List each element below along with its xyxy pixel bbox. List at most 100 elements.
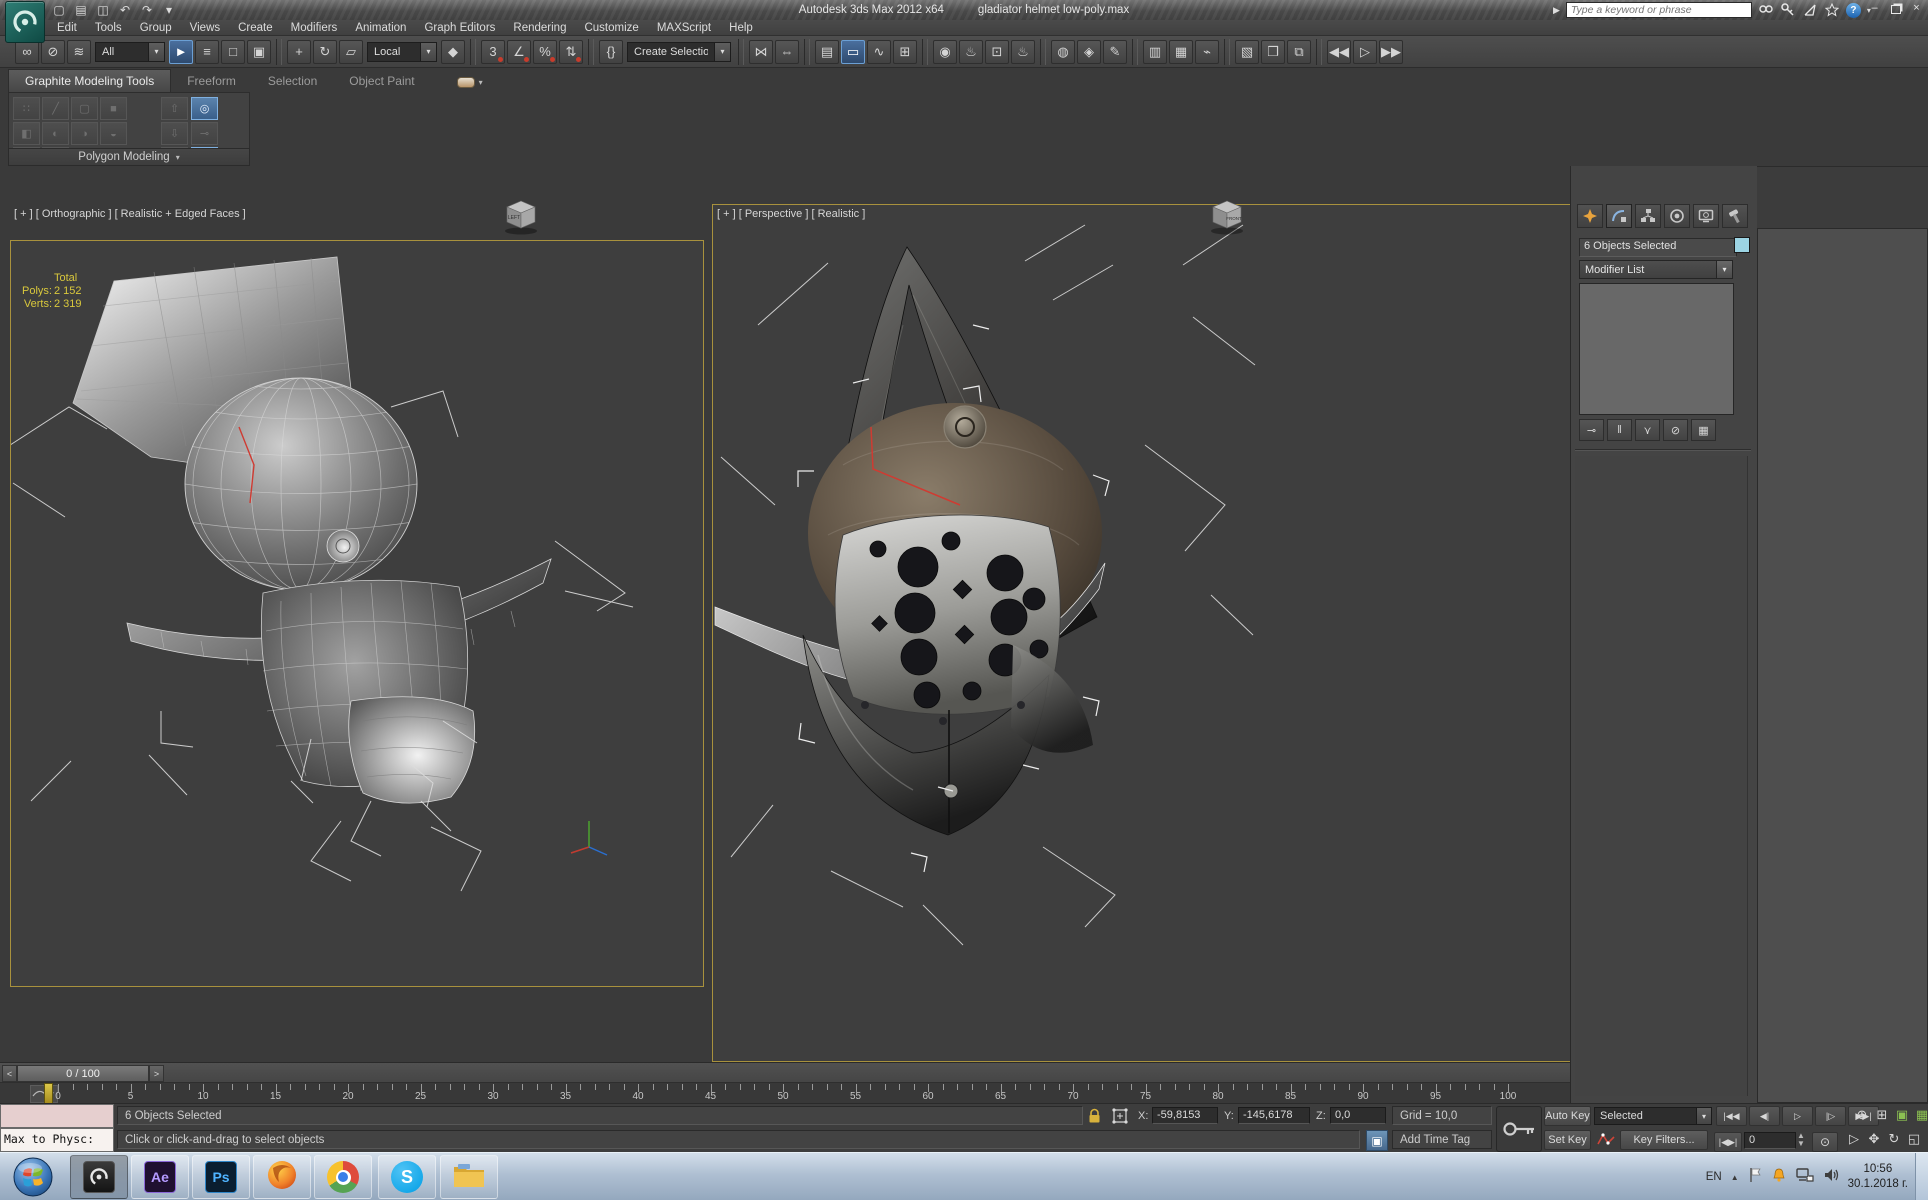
configure-modifier-sets-icon[interactable]: ▦ [1691,419,1716,441]
y-coordinate-field[interactable]: -145,6178 [1238,1107,1310,1124]
show-desktop-button[interactable] [1915,1153,1928,1200]
angle-snap-icon[interactable]: ∠ [507,39,531,64]
tab-utilities[interactable] [1722,204,1748,228]
menu-tools[interactable]: Tools [86,21,131,35]
material-editor-icon[interactable]: ◉ [933,39,957,64]
previous-modifier-icon[interactable]: ⇩ [161,122,188,145]
border-mode-icon[interactable]: ▢ [71,97,98,120]
step-forward-icon[interactable]: ▶▶ [1379,39,1403,64]
rendered-frame-window-icon[interactable]: ⊡ [985,39,1009,64]
time-configuration-button[interactable]: ⊙ [1812,1132,1838,1152]
object-color-swatch[interactable] [1734,237,1750,253]
spinner-snap-icon[interactable]: ⇅ [559,39,583,64]
menu-rendering[interactable]: Rendering [504,21,575,35]
previous-frame-button[interactable]: ◀| [1749,1106,1780,1126]
set-key-curve-icon[interactable] [1596,1131,1616,1153]
network-icon[interactable] [1795,1167,1814,1188]
current-frame-marker[interactable] [44,1083,53,1105]
select-and-scale-icon[interactable]: ▱ [339,39,363,64]
z-coordinate-field[interactable]: 0,0 [1330,1107,1386,1124]
open-file-icon[interactable]: ▤ [72,2,90,18]
tab-modify[interactable] [1606,204,1632,228]
restore-button[interactable] [1888,2,1903,16]
render-in-cloud-icon[interactable]: ◍ [1051,39,1075,64]
menu-graph-editors[interactable]: Graph Editors [415,21,504,35]
auto-key-button[interactable]: Auto Key [1544,1106,1591,1126]
set-keys-button[interactable] [1496,1106,1542,1152]
rectangular-selection-region-icon[interactable]: □ [221,39,245,64]
object-name-field[interactable]: 6 Objects Selected [1579,238,1737,257]
key-step-toggle[interactable]: |◀▶| [1714,1132,1742,1152]
taskbar-explorer-button[interactable] [440,1155,498,1199]
bind-to-space-warp-icon[interactable]: ≋ [67,39,91,64]
menu-help[interactable]: Help [720,21,762,35]
pan-button[interactable]: ✥ [1866,1131,1882,1147]
reference-coordinate-system-dropdown[interactable]: Local ▾ [367,41,437,62]
link-tools-icon[interactable]: ⌁ [1195,39,1219,64]
remove-modifier-icon[interactable]: ⊘ [1663,419,1688,441]
front-viewcube[interactable]: FRONT [1206,194,1248,236]
save-file-icon[interactable]: ◫ [94,2,112,18]
taskbar-chrome-button[interactable] [314,1155,372,1199]
make-unique-icon[interactable]: ⋎ [1635,419,1660,441]
preserve-uvs-icon[interactable]: ◑ [71,122,98,145]
redo-icon[interactable]: ↷ [138,2,156,18]
orthographic-viewport[interactable] [10,240,704,987]
selection-lock-icon[interactable] [1087,1108,1102,1129]
maxscript-mini-listener-input[interactable]: Max to Physc: [0,1128,114,1152]
edge-mode-icon[interactable]: ╱ [42,97,69,120]
volume-icon[interactable] [1823,1167,1839,1188]
tab-hierarchy[interactable] [1635,204,1661,228]
select-and-link-icon[interactable]: ∞ [15,39,39,64]
polygon-mode-icon[interactable]: ■ [100,97,127,120]
current-frame-field[interactable]: 0 [1744,1132,1796,1149]
x-coordinate-field[interactable]: -59,8153 [1152,1107,1218,1124]
material-explorer-icon[interactable]: ◈ [1077,39,1101,64]
pivot-tool-icon[interactable]: ◐ [42,122,69,145]
manage-scene-states-icon[interactable]: ▧ [1235,39,1259,64]
unlink-selection-icon[interactable]: ⊘ [41,39,65,64]
taskbar-3dsmax-button[interactable] [70,1155,128,1199]
menu-group[interactable]: Group [131,21,181,35]
right-viewport-label[interactable]: [ + ] [ Perspective ] [ Realistic ] [717,208,865,220]
select-and-move-icon[interactable]: + [287,39,311,64]
modifier-stack[interactable] [1579,283,1734,415]
menu-modifiers[interactable]: Modifiers [282,21,347,35]
maximize-viewport-button[interactable]: ◱ [1906,1131,1922,1147]
panel-title[interactable]: Polygon Modeling ▾ [8,148,250,166]
perspective-viewport[interactable] [712,204,1570,1062]
start-button[interactable] [10,1155,56,1200]
action-center-flag-icon[interactable] [1748,1167,1762,1188]
snaps-toggle-icon[interactable]: 3 [481,39,505,64]
set-key-button[interactable]: Set Key [1544,1130,1591,1150]
key-filters-button[interactable]: Key Filters... [1620,1130,1708,1150]
menu-maxscript[interactable]: MAXScript [648,21,720,35]
tab-motion[interactable] [1664,204,1690,228]
favorites-star-icon[interactable] [1824,2,1840,18]
scene-tools-icon[interactable]: ✎ [1103,39,1127,64]
graphite-ribbon-toggle-icon[interactable]: ▭ [841,39,865,64]
mirror-icon[interactable]: ⋈ [749,39,773,64]
tab-create[interactable] [1577,204,1603,228]
manage-layers-icon[interactable]: ▤ [815,39,839,64]
pin-icon[interactable]: ⊸ [191,122,218,145]
subscription-key-icon[interactable] [1780,2,1796,18]
named-selection-sets-dropdown[interactable]: Create Selection Se ▾ [627,41,731,62]
play-button[interactable]: ▷ [1782,1106,1813,1126]
close-button[interactable]: × [1909,2,1924,16]
add-time-tag[interactable]: Add Time Tag [1392,1130,1492,1149]
tab-selection[interactable]: Selection [252,70,333,92]
hidden-icons-chevron[interactable]: ▲ [1731,1173,1739,1182]
taskbar-after-effects-button[interactable]: Ae [131,1155,189,1199]
zoom-button[interactable]: ⊕ [1854,1107,1870,1123]
key-mode-dropdown[interactable]: Selected ▾ [1594,1107,1712,1125]
pin-stack-icon[interactable]: ⊸ [1579,419,1604,441]
zoom-extents-button[interactable]: ▣ [1894,1107,1910,1123]
track-bar[interactable]: 0 5 10 15 20 25 30 35 40 45 50 55 60 65 70 75 80 85 90 95 10… [0,1082,1570,1105]
selection-filter-dropdown[interactable]: All ▾ [95,41,165,62]
zoom-extents-all-button[interactable]: ▦ [1914,1107,1928,1123]
previous-frame-arrow[interactable]: < [2,1065,17,1082]
infocenter-expand-icon[interactable]: ▶ [1553,5,1560,16]
percent-snap-icon[interactable]: % [533,39,557,64]
tweak-icon[interactable]: ◒ [100,122,127,145]
